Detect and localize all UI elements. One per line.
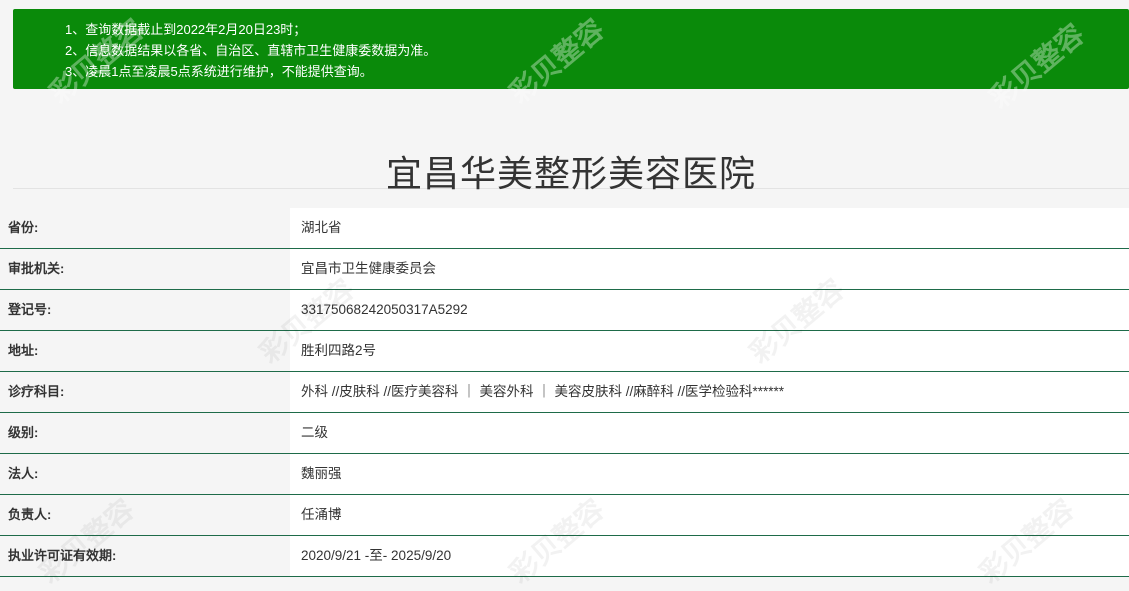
notice-line-2: 2、信息数据结果以各省、自治区、直辖市卫生健康委数据为准。: [65, 43, 437, 58]
info-row-approval-authority: 审批机关: 宜昌市卫生健康委员会: [0, 249, 1129, 290]
info-row-registration-number: 登记号: 33175068242050317A5292: [0, 290, 1129, 331]
notice-line-1: 1、查询数据截止到2022年2月20日23时；: [65, 22, 307, 37]
info-row-address: 地址: 胜利四路2号: [0, 331, 1129, 372]
hospital-title: 宜昌华美整形美容医院: [385, 153, 756, 195]
info-label: 诊疗科目:: [0, 372, 290, 412]
info-label: 执业许可证有效期:: [0, 536, 290, 576]
info-label: 省份:: [0, 208, 290, 248]
info-row-person-in-charge: 负责人: 任涌博: [0, 495, 1129, 536]
info-value: 二级: [301, 425, 328, 440]
info-row-license-validity: 执业许可证有效期: 2020/9/21 -至- 2025/9/20: [0, 536, 1129, 577]
info-label: 审批机关:: [0, 249, 290, 289]
info-value: 胜利四路2号: [301, 343, 377, 358]
info-label: 负责人:: [0, 495, 290, 535]
info-table: 省份: 湖北省 审批机关: 宜昌市卫生健康委员会 登记号: 3317506824…: [0, 208, 1129, 577]
info-row-legal-person: 法人: 魏丽强: [0, 454, 1129, 495]
info-value: 任涌博: [301, 507, 342, 522]
info-row-departments: 诊疗科目: 外科 //皮肤科 //医疗美容科 ｜ 美容外科 ｜ 美容皮肤科 //…: [0, 372, 1129, 413]
info-value: 魏丽强: [301, 466, 342, 481]
notice-banner: 1、查询数据截止到2022年2月20日23时； 2、信息数据结果以各省、自治区、…: [13, 9, 1129, 89]
info-label: 级别:: [0, 413, 290, 453]
info-value: 33175068242050317A5292: [301, 302, 468, 317]
info-label: 登记号:: [0, 290, 290, 330]
info-row-level: 级别: 二级: [0, 413, 1129, 454]
info-row-province: 省份: 湖北省: [0, 208, 1129, 249]
info-label: 地址:: [0, 331, 290, 371]
info-value: 宜昌市卫生健康委员会: [301, 261, 436, 276]
info-value: 外科 //皮肤科 //医疗美容科 ｜ 美容外科 ｜ 美容皮肤科 //麻醉科 //…: [301, 384, 785, 399]
info-value: 2020/9/21 -至- 2025/9/20: [301, 548, 452, 563]
title-section: 宜昌华美整形美容医院: [13, 89, 1129, 194]
notice-line-3: 3、凌晨1点至凌晨5点系统进行维护，不能提供查询。: [65, 64, 373, 79]
info-label: 法人:: [0, 454, 290, 494]
info-value: 湖北省: [301, 220, 342, 235]
